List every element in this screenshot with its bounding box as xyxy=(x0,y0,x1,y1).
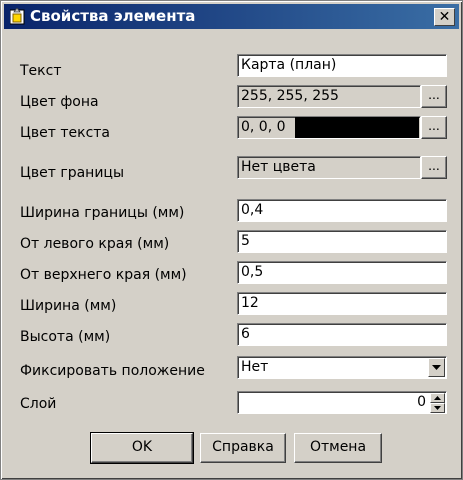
label-border-width: Ширина границы (мм) xyxy=(20,205,185,221)
help-button[interactable]: Справка xyxy=(200,433,286,463)
close-button[interactable]: ✕ xyxy=(434,8,455,26)
arrow-down-icon xyxy=(434,406,441,410)
label-left-offset: От левого края (мм) xyxy=(20,236,170,252)
height-input[interactable]: 6 xyxy=(237,323,447,346)
arrow-up-icon xyxy=(434,396,441,400)
layer-spinbox[interactable]: 0 xyxy=(237,391,447,414)
label-height: Высота (мм) xyxy=(20,329,111,345)
spin-up-button[interactable] xyxy=(430,393,445,403)
border-width-input[interactable]: 0,4 xyxy=(237,199,447,222)
title-bar[interactable]: Свойства элемента ✕ xyxy=(4,4,459,29)
layer-spinner xyxy=(430,393,445,413)
cancel-button[interactable]: Отмена xyxy=(294,433,382,463)
label-lock-position: Фиксировать положение xyxy=(20,363,205,379)
text-color-picker-button[interactable]: ... xyxy=(421,116,447,139)
text-color-value: 0, 0, 0 xyxy=(241,119,286,135)
chevron-down-icon xyxy=(432,365,441,370)
spin-down-button[interactable] xyxy=(430,403,445,413)
label-text: Текст xyxy=(20,63,62,79)
label-top-offset: От верхнего края (мм) xyxy=(20,267,187,283)
layer-value: 0 xyxy=(417,394,426,410)
text-input[interactable]: Карта (план) xyxy=(237,54,447,77)
lock-position-value: Нет xyxy=(241,359,269,375)
element-properties-dialog: Свойства элемента ✕ Текст Карта (план) Ц… xyxy=(0,0,463,480)
label-layer: Слой xyxy=(20,396,57,412)
width-input[interactable]: 12 xyxy=(237,292,447,315)
label-text-color: Цвет текста xyxy=(20,125,110,141)
label-width: Ширина (мм) xyxy=(20,298,117,314)
ok-button[interactable]: OK xyxy=(90,432,194,464)
close-icon: ✕ xyxy=(438,8,451,24)
label-border-color: Цвет границы xyxy=(20,165,124,181)
left-offset-input[interactable]: 5 xyxy=(237,230,447,253)
dialog-title: Свойства элемента xyxy=(30,7,196,25)
border-color-picker-button[interactable]: ... xyxy=(421,156,447,179)
background-color-picker-button[interactable]: ... xyxy=(421,85,447,108)
label-background-color: Цвет фона xyxy=(20,94,99,110)
app-icon xyxy=(9,7,26,25)
text-color-swatch xyxy=(295,117,419,138)
top-offset-input[interactable]: 0,5 xyxy=(237,261,447,284)
border-color-field: Нет цвета xyxy=(237,156,421,179)
dropdown-button[interactable] xyxy=(428,358,445,377)
lock-position-select[interactable]: Нет xyxy=(237,356,447,379)
background-color-field: 255, 255, 255 xyxy=(237,85,421,108)
